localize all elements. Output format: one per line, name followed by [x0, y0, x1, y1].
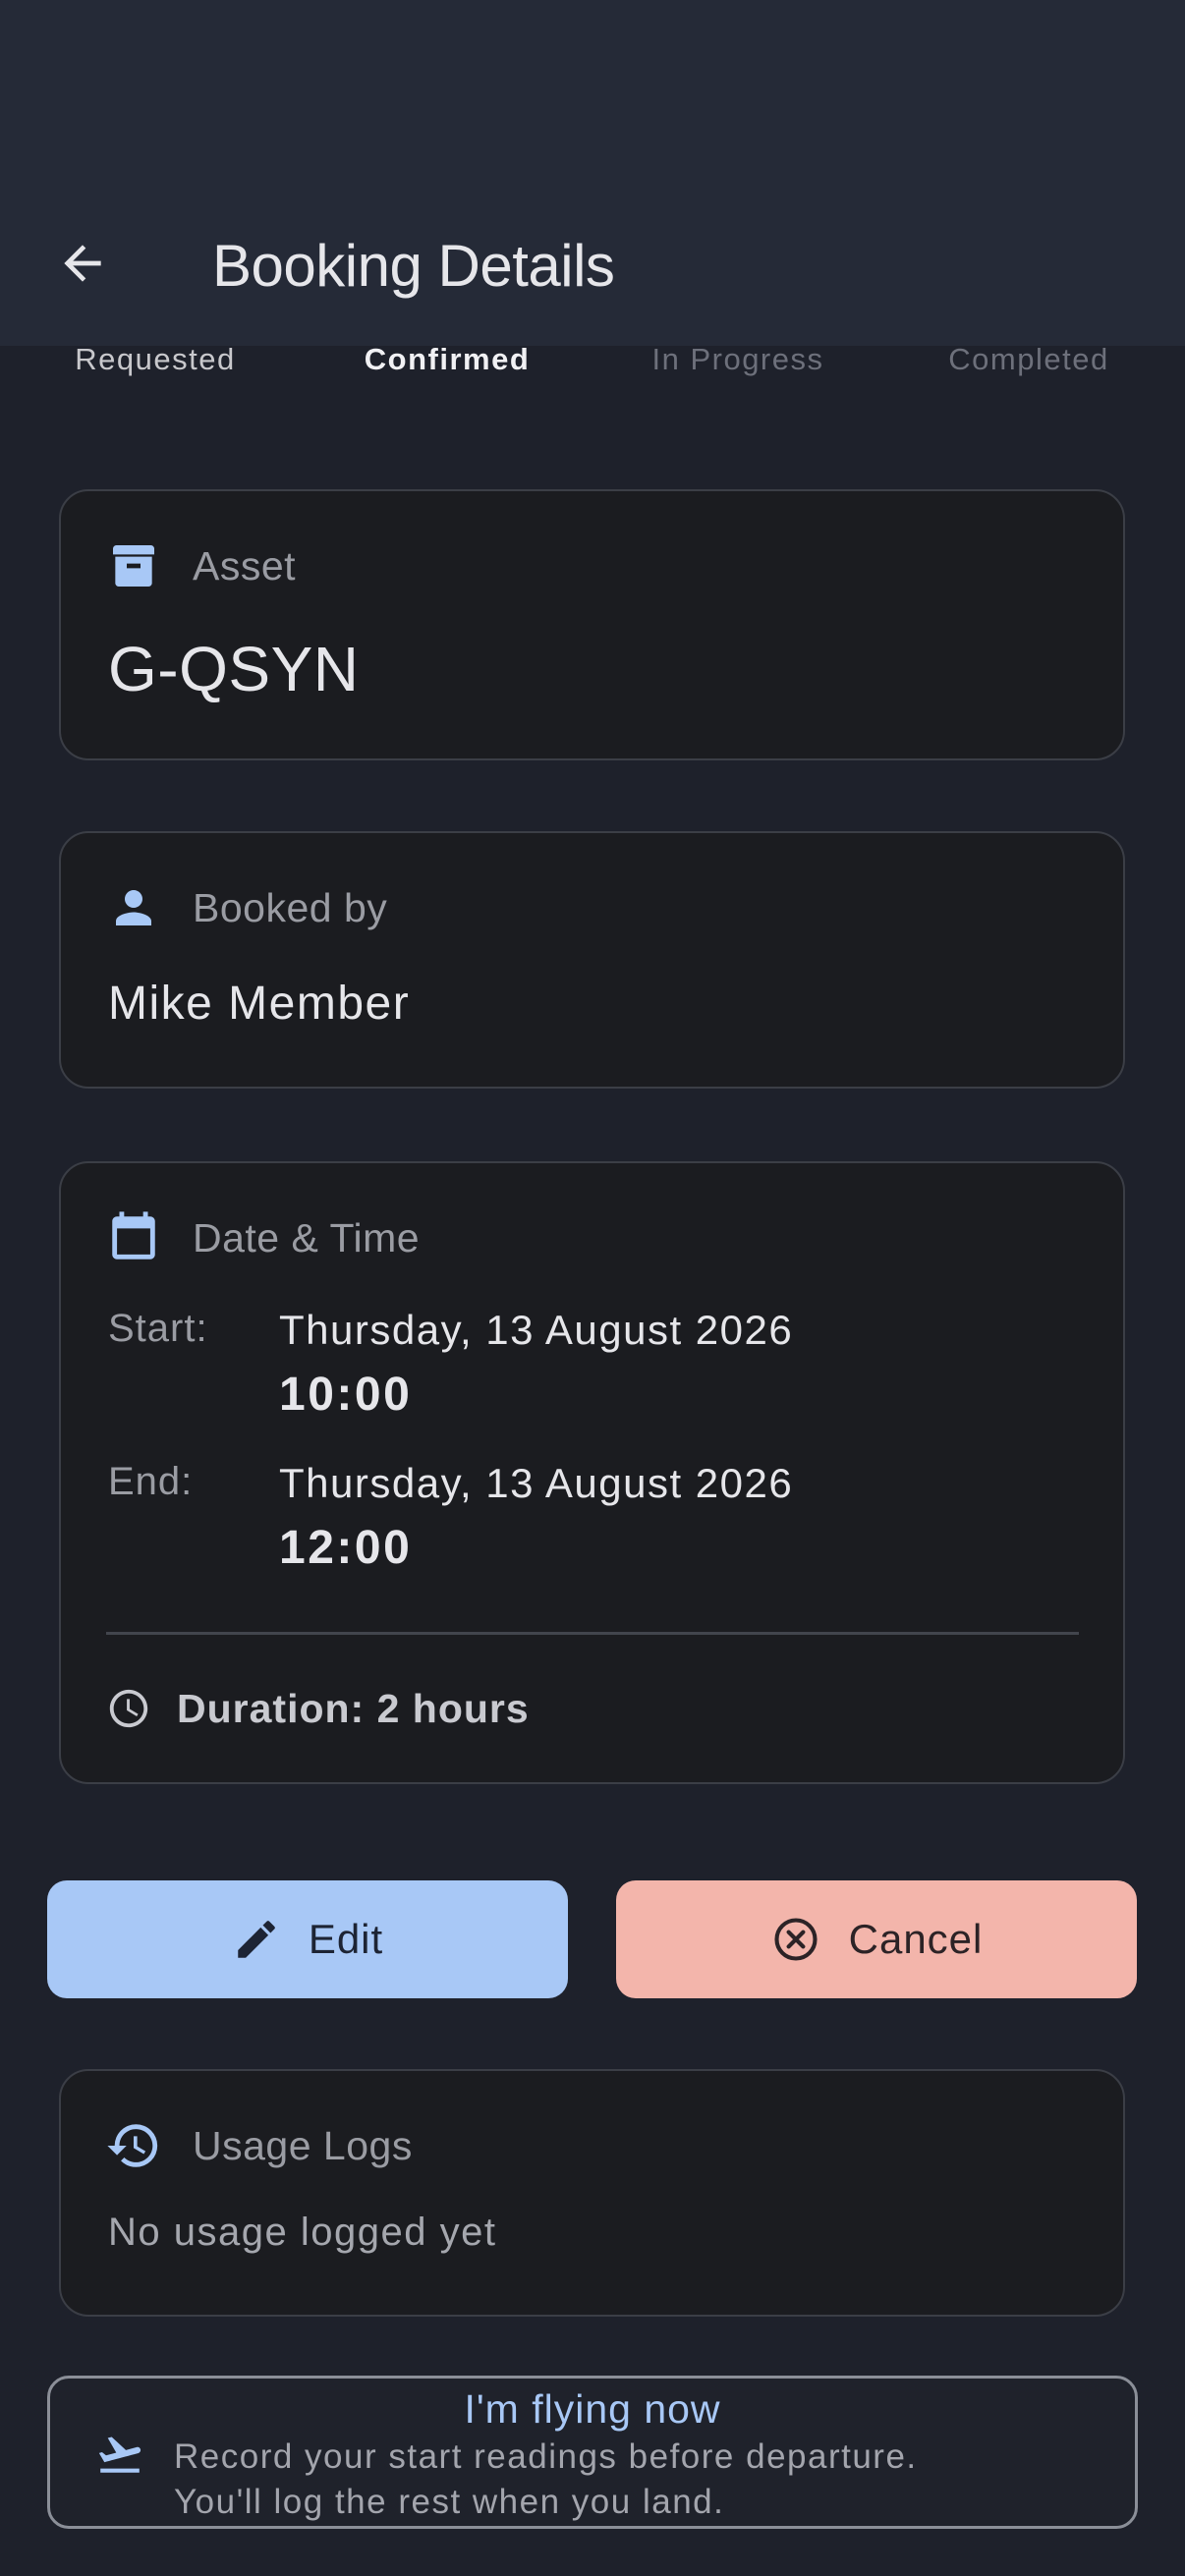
asset-label: Asset: [193, 542, 297, 588]
flying-now-line-2: You'll log the rest when you land.: [174, 2483, 725, 2521]
asset-card-header: Asset: [104, 536, 296, 595]
app-bar: Booking Details: [0, 0, 1185, 346]
step-completed: Completed: [948, 342, 1109, 376]
clock-icon: [109, 1689, 148, 1728]
date-time-divider: [106, 1632, 1079, 1635]
booking-status-stepper: Requested Confirmed In Progress Complete…: [0, 338, 1185, 387]
step-confirmed: Confirmed: [364, 342, 531, 376]
edit-button[interactable]: Edit: [47, 1880, 568, 1998]
start-date: Thursday, 13 August 2026: [279, 1307, 794, 1353]
start-time: 10:00: [279, 1369, 413, 1421]
step-in-progress: In Progress: [651, 342, 824, 376]
asset-card: Asset G-QSYN: [59, 489, 1125, 760]
history-icon: [104, 2116, 163, 2175]
usage-logs-empty-text: No usage logged yet: [108, 2211, 497, 2254]
booked-by-card-header: Booked by: [104, 878, 387, 937]
flying-now-button[interactable]: I'm flying now Record your start reading…: [47, 2376, 1138, 2529]
pencil-icon: [232, 1915, 281, 1964]
edit-button-label: Edit: [308, 1916, 384, 1962]
date-time-card: Date & Time Start: Thursday, 13 August 2…: [59, 1161, 1125, 1784]
person-icon: [104, 878, 163, 937]
end-label: End:: [108, 1460, 194, 1503]
end-time: 12:00: [279, 1522, 413, 1574]
back-button[interactable]: [43, 224, 122, 303]
usage-logs-card: Usage Logs No usage logged yet: [59, 2069, 1125, 2317]
booked-by-label: Booked by: [193, 884, 388, 930]
cancel-circle-icon: [770, 1914, 821, 1965]
asset-value: G-QSYN: [108, 634, 360, 704]
usage-logs-label: Usage Logs: [193, 2122, 413, 2168]
booked-by-value: Mike Member: [108, 978, 411, 1030]
usage-logs-card-header: Usage Logs: [104, 2116, 413, 2175]
flying-now-line-1: Record your start readings before depart…: [174, 2437, 918, 2476]
arrow-back-icon: [64, 245, 101, 282]
booked-by-card: Booked by Mike Member: [59, 831, 1125, 1089]
duration-text: Duration: 2 hours: [177, 1685, 530, 1731]
page-title: Booking Details: [212, 233, 615, 299]
flying-now-title: I'm flying now: [464, 2386, 721, 2432]
duration-row: Duration: 2 hours: [106, 1679, 530, 1738]
cancel-button[interactable]: Cancel: [616, 1880, 1137, 1998]
calendar-icon: [104, 1208, 163, 1267]
flight-takeoff-icon: [95, 2430, 144, 2484]
end-date: Thursday, 13 August 2026: [279, 1460, 794, 1506]
start-label: Start:: [108, 1307, 208, 1350]
cancel-button-label: Cancel: [848, 1916, 984, 1962]
step-requested: Requested: [75, 342, 236, 376]
archive-icon: [104, 536, 163, 595]
date-time-card-header: Date & Time: [104, 1208, 420, 1267]
date-time-label: Date & Time: [193, 1214, 421, 1260]
